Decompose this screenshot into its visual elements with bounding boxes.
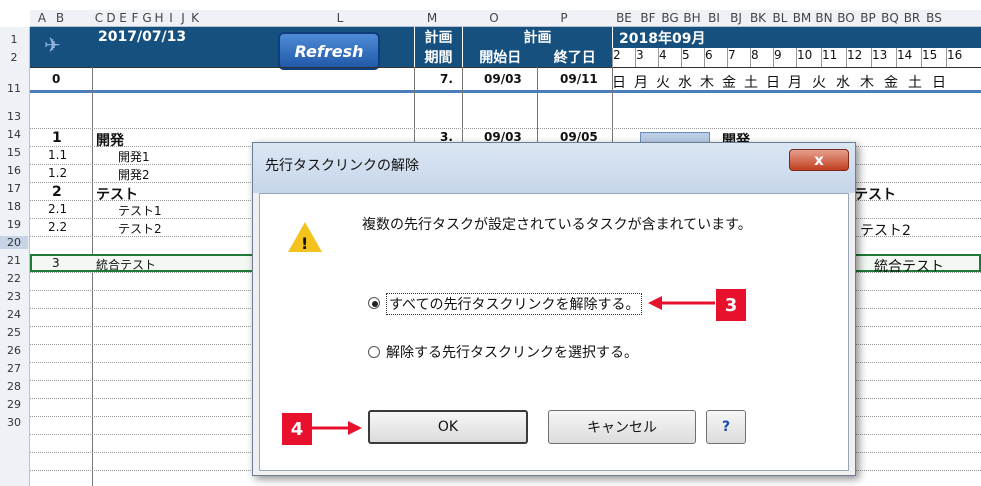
- arrow-3: [648, 296, 715, 310]
- callout-badge-3: 3: [716, 289, 746, 321]
- arrow-4: [312, 421, 362, 435]
- annotation-arrows: [312, 296, 715, 435]
- callout-badge-4: 4: [282, 413, 312, 445]
